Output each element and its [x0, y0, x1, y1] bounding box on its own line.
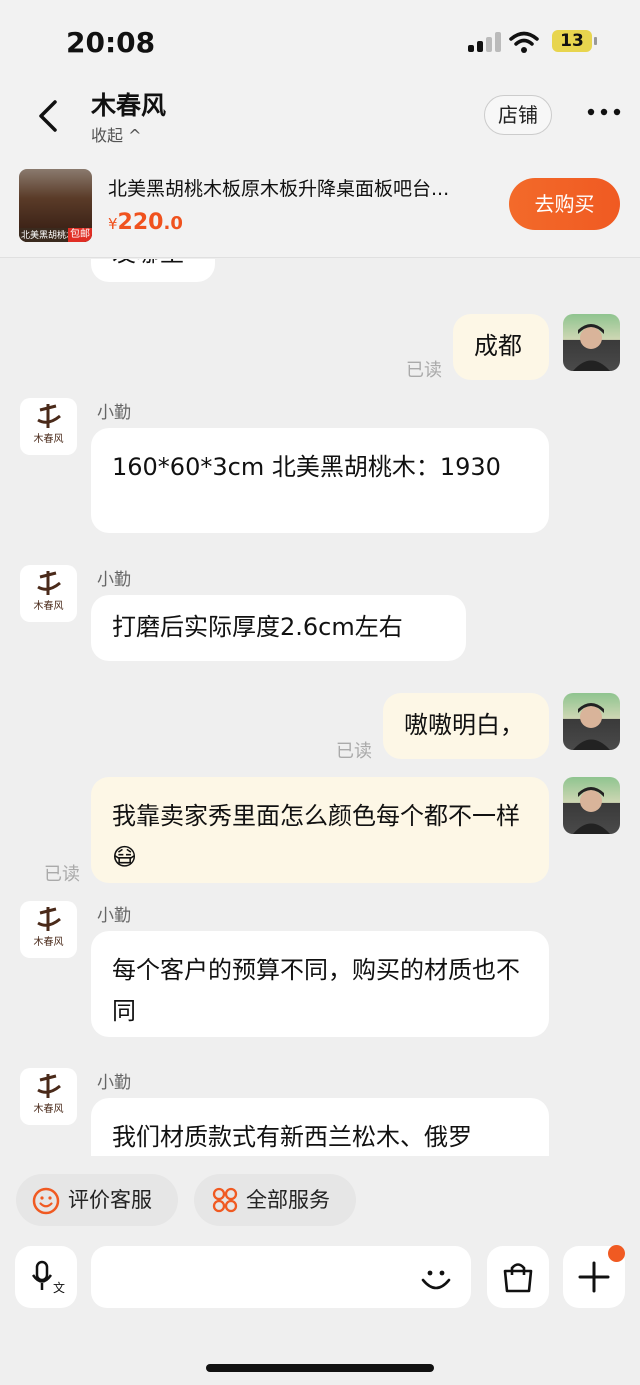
status-time: 20:08	[66, 26, 156, 59]
notification-dot	[608, 1245, 625, 1262]
message-text: 我们材质款式有新西兰松木、俄罗	[112, 1123, 472, 1151]
seller-logo-text: 木春风	[34, 433, 64, 445]
message-text: 嗷嗷明白，	[404, 711, 524, 739]
buy-button[interactable]: 去购买	[509, 178, 620, 230]
price-decimal: .0	[163, 213, 183, 234]
seller-avatar[interactable]: 木春风	[20, 1068, 77, 1125]
message-bubble-out: 成都	[453, 314, 549, 380]
message-bubble-partial: 发哪里	[91, 259, 215, 282]
seller-logo-text: 木春风	[34, 600, 64, 612]
price-integer: 220	[117, 210, 164, 235]
shop-button[interactable]: 店铺	[484, 95, 552, 135]
more-icon[interactable]	[585, 102, 625, 122]
wifi-icon	[509, 31, 539, 53]
shopping-bag-icon	[503, 1263, 533, 1293]
message-text: 160*60*3cm 北美黑胡桃木：1930	[112, 453, 501, 481]
user-avatar[interactable]	[563, 693, 620, 750]
signal-icon	[468, 32, 501, 52]
back-icon[interactable]	[30, 96, 70, 136]
svg-text:文: 文	[53, 1280, 65, 1295]
message-text: 发哪里	[112, 259, 184, 267]
seller-avatar[interactable]: 木春风	[20, 398, 77, 455]
plus-icon	[578, 1261, 610, 1293]
battery-icon: 13	[552, 30, 592, 52]
all-services-label: 全部服务	[246, 1188, 330, 1212]
sender-name: 小勤	[97, 403, 131, 423]
product-card[interactable]: 北美黑胡桃木板 包邮 北美黑胡桃木板原木板升降桌面板吧台... ¥220.0 去…	[0, 160, 640, 258]
input-bar: 文	[0, 1242, 640, 1385]
message-input[interactable]	[91, 1246, 471, 1308]
seller-avatar[interactable]: 木春风	[20, 901, 77, 958]
message-bubble-in: 我们材质款式有新西兰松木、俄罗	[91, 1098, 549, 1156]
free-shipping-tag: 包邮	[68, 228, 92, 242]
chat-header: 木春风 收起 ^ 店铺	[0, 80, 640, 160]
all-services-button[interactable]: 全部服务	[194, 1174, 356, 1226]
user-avatar[interactable]	[563, 777, 620, 834]
emoji-icon[interactable]	[418, 1260, 454, 1296]
smile-icon	[32, 1187, 60, 1215]
battery-tip	[594, 37, 597, 45]
product-title: 北美黑胡桃木板原木板升降桌面板吧台...	[108, 178, 450, 200]
rate-service-label: 评价客服	[68, 1188, 152, 1212]
seller-logo-text: 木春风	[34, 936, 64, 948]
quick-actions: 评价客服 全部服务	[0, 1156, 640, 1242]
sender-name: 小勤	[97, 1073, 131, 1093]
message-bubble-in: 打磨后实际厚度2.6cm左右	[91, 595, 466, 661]
order-button[interactable]	[487, 1246, 549, 1308]
chat-title: 木春风	[91, 91, 167, 120]
message-bubble-out: 嗷嗷明白，	[383, 693, 549, 759]
product-price: ¥220.0	[108, 210, 183, 235]
message-text: 成都	[474, 332, 522, 360]
home-indicator	[206, 1364, 434, 1372]
sender-name: 小勤	[97, 570, 131, 590]
sender-name: 小勤	[97, 906, 131, 926]
emoji-mask: 😷	[112, 843, 138, 871]
seller-logo-text: 木春风	[34, 1103, 64, 1115]
message-text: 每个客户的预算不同，购买的材质也不同	[112, 956, 520, 1025]
read-label: 已读	[336, 741, 372, 762]
seller-avatar[interactable]: 木春风	[20, 565, 77, 622]
message-text: 我靠卖家秀里面怎么颜色每个都不一样	[112, 802, 520, 830]
rate-service-button[interactable]: 评价客服	[16, 1174, 178, 1226]
price-currency: ¥	[108, 215, 118, 233]
message-bubble-in: 每个客户的预算不同，购买的材质也不同	[91, 931, 549, 1037]
product-image[interactable]: 北美黑胡桃木板 包邮	[19, 169, 92, 242]
message-bubble-in: 160*60*3cm 北美黑胡桃木：1930	[91, 428, 549, 533]
read-label: 已读	[44, 864, 80, 885]
message-list[interactable]: 发哪里 已读 成都 木春风 小勤 160*60*3cm 北美黑胡桃木：1930 …	[0, 259, 640, 1156]
microphone-translate-icon: 文	[31, 1260, 65, 1295]
read-label: 已读	[406, 360, 442, 381]
voice-button[interactable]: 文	[15, 1246, 77, 1308]
collapse-toggle[interactable]: 收起 ^	[91, 122, 142, 146]
message-bubble-out: 我靠卖家秀里面怎么颜色每个都不一样 😷	[91, 777, 549, 883]
user-avatar[interactable]	[563, 314, 620, 371]
status-bar: 20:08 13	[0, 0, 640, 80]
message-text: 打磨后实际厚度2.6cm左右	[112, 613, 403, 641]
grid-icon	[212, 1187, 238, 1213]
